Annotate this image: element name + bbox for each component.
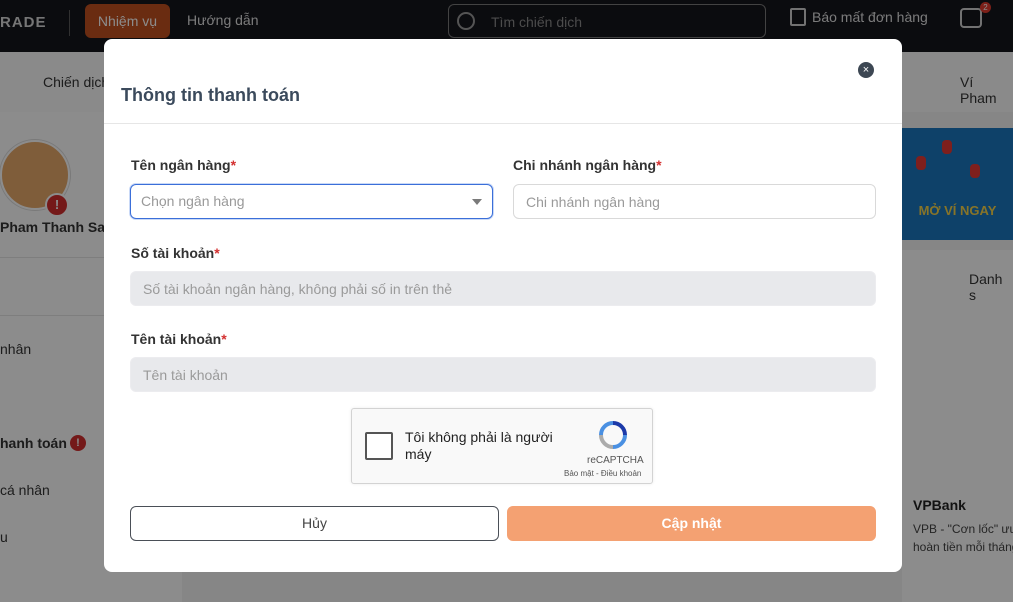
required-mark: * (214, 245, 220, 261)
account-number-label: Số tài khoản* (131, 245, 220, 261)
recaptcha-checkbox[interactable] (365, 432, 393, 460)
required-mark: * (221, 331, 227, 347)
close-icon[interactable]: × (858, 62, 874, 78)
branch-label-text: Chi nhánh ngân hàng (513, 157, 657, 173)
recaptcha-icon (599, 421, 627, 449)
payment-info-modal: Thông tin thanh toán × Tên ngân hàng* Ch… (104, 39, 902, 572)
branch-input[interactable] (513, 184, 876, 219)
recaptcha-terms-links[interactable]: Bảo mật - Điều khoản (564, 469, 641, 478)
bank-name-label-text: Tên ngân hàng (131, 157, 231, 173)
recaptcha-brand: reCAPTCHA (587, 455, 644, 466)
recaptcha-widget: Tôi không phải là người máy reCAPTCHA Bả… (351, 408, 653, 484)
cancel-button[interactable]: Hủy (130, 506, 499, 541)
account-name-label: Tên tài khoản* (131, 331, 227, 347)
account-name-label-text: Tên tài khoản (131, 331, 222, 347)
recaptcha-text: Tôi không phải là người máy (405, 429, 553, 462)
modal-header-divider (104, 123, 902, 124)
account-number-label-text: Số tài khoản (131, 245, 215, 261)
update-button[interactable]: Cập nhật (507, 506, 876, 541)
account-number-input[interactable] (130, 271, 876, 306)
required-mark: * (230, 157, 237, 173)
account-name-input[interactable] (130, 357, 876, 392)
bank-name-label: Tên ngân hàng* (131, 157, 236, 173)
required-mark: * (656, 157, 662, 173)
chevron-down-icon (472, 199, 482, 205)
bank-select[interactable]: Chọn ngân hàng (130, 184, 493, 219)
modal-title: Thông tin thanh toán (121, 85, 300, 105)
branch-label: Chi nhánh ngân hàng* (513, 157, 662, 173)
bank-select-placeholder: Chọn ngân hàng (141, 193, 245, 209)
